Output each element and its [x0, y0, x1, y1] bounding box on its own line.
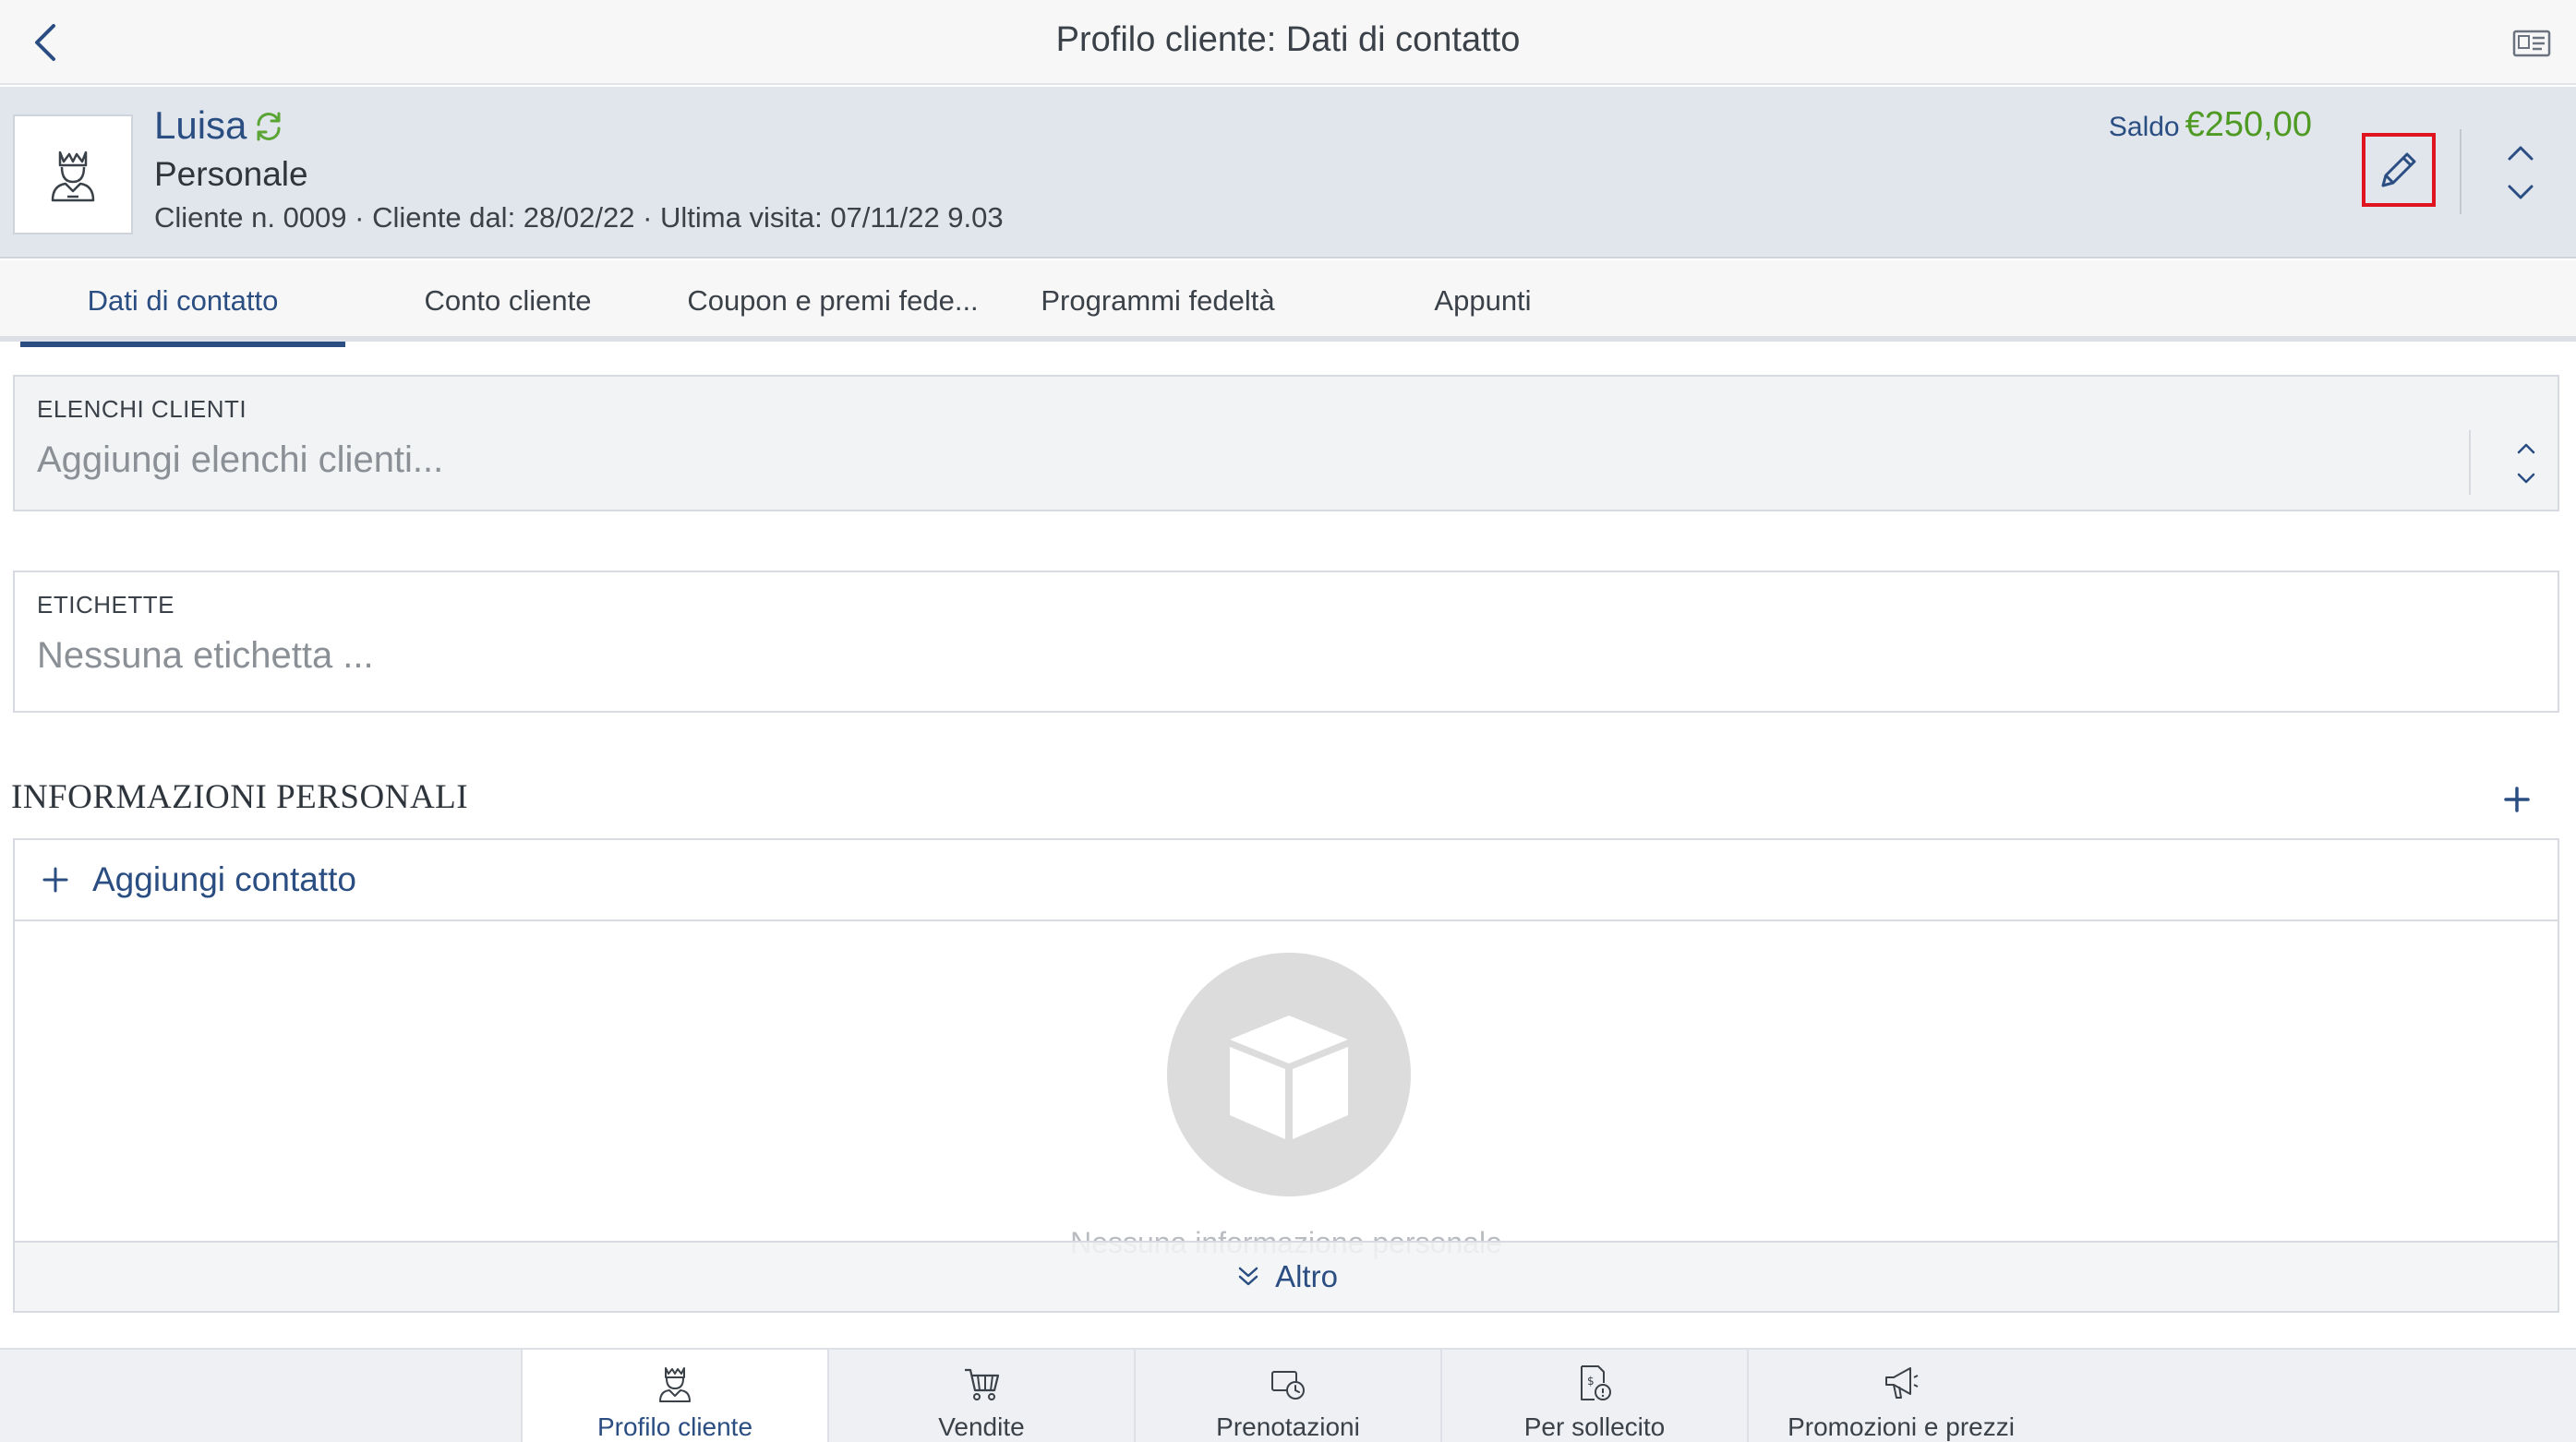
tab-coupons[interactable]: Coupon e premi fede...	[670, 260, 995, 342]
tab-contact-data[interactable]: Dati di contatto	[20, 260, 345, 347]
nav-label: Vendite	[938, 1412, 1025, 1441]
divider	[2469, 430, 2471, 495]
more-label: Altro	[1275, 1259, 1338, 1293]
svg-text:$: $	[1587, 1375, 1595, 1388]
customer-meta: Cliente n. 0009 · Cliente dal: 28/02/22 …	[154, 201, 1004, 234]
plus-icon[interactable]	[2495, 777, 2539, 822]
tab-customer-account[interactable]: Conto cliente	[345, 260, 670, 342]
nav-reservations[interactable]: Prenotazioni	[1134, 1350, 1440, 1442]
nav-promotions[interactable]: Promozioni e prezzi	[1747, 1350, 2053, 1442]
nav-reminders[interactable]: $ Per sollecito	[1440, 1350, 1747, 1442]
expand-collapse-button[interactable]	[2498, 138, 2543, 209]
plus-icon	[42, 867, 68, 893]
more-button[interactable]: Altro	[15, 1241, 2558, 1311]
add-contact-label: Aggiungi contatto	[92, 860, 356, 898]
box-icon	[1230, 1015, 1348, 1139]
double-chevron-down-icon	[1238, 1267, 1258, 1286]
balance-label: Saldo	[2108, 112, 2180, 142]
tab-loyalty-programs[interactable]: Programmi fedeltà	[995, 260, 1320, 342]
nav-customer-profile[interactable]: Profilo cliente	[521, 1350, 827, 1442]
nav-label: Profilo cliente	[596, 1412, 753, 1441]
section-title: INFORMAZIONI PERSONALI	[11, 778, 469, 816]
divider	[2460, 129, 2462, 214]
customer-lists-field[interactable]: ELENCHI CLIENTI Aggiungi elenchi clienti…	[13, 375, 2559, 511]
nav-label: Promozioni e prezzi	[1788, 1412, 2015, 1441]
balance-amount: €250,00	[2185, 105, 2312, 144]
customer-name: Luisa	[154, 103, 247, 147]
cart-icon	[965, 1368, 1000, 1400]
id-card-icon	[2512, 30, 2551, 57]
tags-placeholder: Nessuna etichetta ...	[37, 635, 374, 676]
balance: Saldo €250,00	[2109, 105, 2312, 145]
personal-info-panel: Aggiungi contatto Nessuna informazione p…	[13, 838, 2559, 1313]
pencil-icon	[2381, 152, 2416, 187]
nav-label: Per sollecito	[1523, 1412, 1666, 1441]
customer-lists-label: ELENCHI CLIENTI	[37, 395, 247, 423]
tags-label: ETICHETTE	[37, 591, 175, 619]
customer-card-button[interactable]	[2511, 24, 2552, 61]
customer-type: Personale	[154, 155, 308, 193]
nav-sales[interactable]: Vendite	[827, 1350, 1134, 1442]
chevron-up-down-icon[interactable]	[2506, 438, 2546, 489]
reservation-icon	[1271, 1371, 1305, 1400]
customer-profile-icon	[659, 1367, 691, 1402]
avatar	[13, 114, 133, 234]
tab-bar: Dati di contatto Conto cliente Coupon e …	[0, 260, 2576, 347]
sync-icon[interactable]	[251, 109, 286, 144]
megaphone-icon	[1885, 1367, 1919, 1399]
chevron-up-down-icon	[2508, 146, 2534, 199]
empty-state-illustration	[1167, 953, 1411, 1196]
bottom-nav: Profilo cliente Vendite Prenotazioni $ P…	[0, 1348, 2576, 1442]
customer-lists-placeholder: Aggiungi elenchi clienti...	[37, 439, 444, 480]
reminder-icon: $	[1581, 1365, 1611, 1400]
top-bar: Profilo cliente: Dati di contatto	[0, 0, 2576, 85]
customer-profile-icon	[51, 150, 95, 202]
add-contact-button[interactable]: Aggiungi contatto	[15, 840, 2558, 921]
edit-button[interactable]	[2362, 133, 2436, 207]
nav-label: Prenotazioni	[1216, 1412, 1360, 1441]
tab-notes[interactable]: Appunti	[1320, 260, 1645, 342]
tags-field[interactable]: ETICHETTE Nessuna etichetta ...	[13, 571, 2559, 713]
customer-header: Luisa Personale Cliente n. 0009 · Client…	[0, 87, 2576, 258]
page-title: Profilo cliente: Dati di contatto	[1055, 20, 1521, 59]
